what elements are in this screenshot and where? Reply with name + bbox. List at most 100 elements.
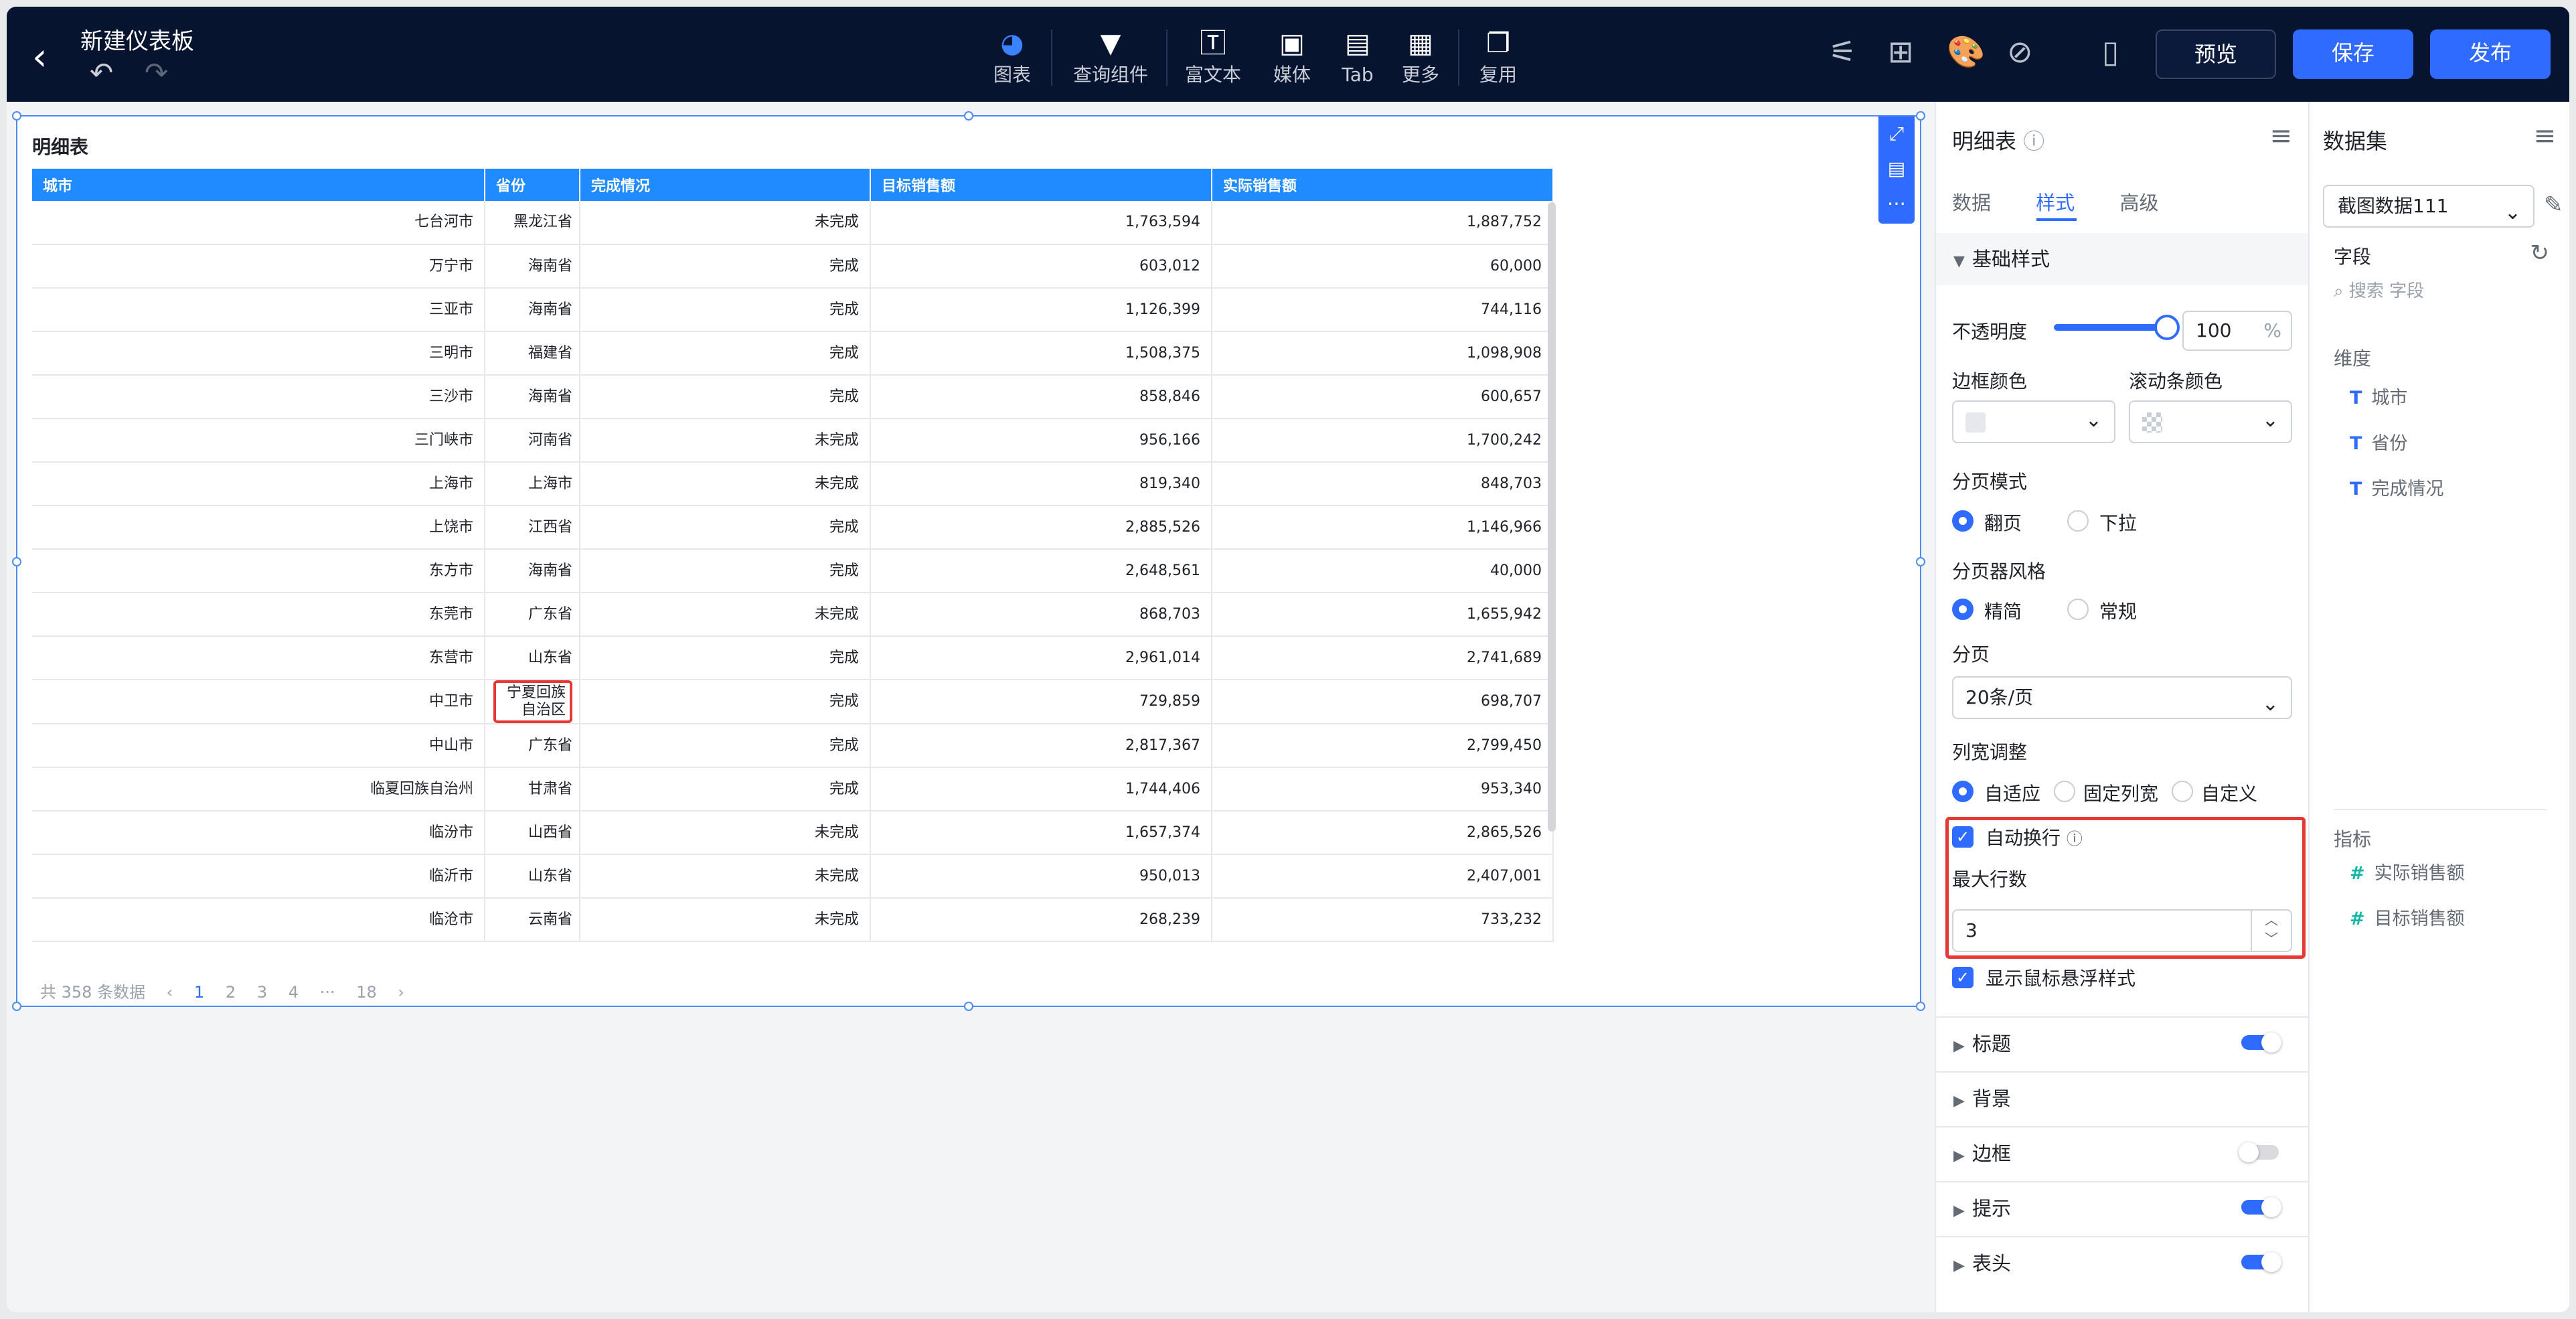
field-search-input[interactable]: ⌕ 搜索 字段 — [2334, 277, 2424, 302]
table-row[interactable]: 临汾市 山西省 未完成 1,657,374 2,865,526 — [32, 811, 1554, 855]
opacity-input[interactable]: 100% — [2182, 311, 2292, 351]
page-link[interactable]: 3 — [257, 983, 267, 1002]
resize-handle[interactable] — [964, 111, 973, 121]
table-row[interactable]: 东莞市 广东省 未完成 868,703 1,655,942 — [32, 593, 1554, 637]
toolbar-chart[interactable]: ◕ 图表 — [985, 24, 1039, 91]
page-link[interactable]: 1 — [194, 983, 204, 1002]
tooltip-toggle[interactable] — [2241, 1197, 2281, 1217]
tab-data[interactable]: 数据 — [1952, 187, 1991, 216]
back-arrow-icon[interactable]: ‹ — [32, 39, 47, 76]
edit-icon[interactable]: ✎ — [2544, 191, 2563, 218]
radio-paging-scroll[interactable] — [2067, 510, 2089, 532]
border-color-picker[interactable]: ⌄ — [1952, 400, 2115, 443]
header-toggle[interactable] — [2241, 1252, 2281, 1272]
column-header[interactable]: 城市 — [32, 169, 485, 201]
section-basic-style[interactable]: ▼ 基础样式 — [1936, 233, 2308, 285]
table-row[interactable]: 临沂市 山东省 未完成 950,013 2,407,001 — [32, 854, 1554, 899]
resize-handle[interactable] — [12, 1002, 21, 1011]
section-background[interactable]: ▶ 背景 — [1936, 1071, 2308, 1123]
table-scrollbar[interactable] — [1548, 202, 1556, 832]
max-rows-input[interactable]: 3 ︿ ﹀ — [1952, 909, 2292, 952]
resize-handle[interactable] — [1916, 557, 1925, 566]
border-toggle[interactable] — [2239, 1142, 2279, 1162]
table-row[interactable]: 中山市 广东省 完成 2,817,367 2,799,450 — [32, 724, 1554, 768]
dashboard-title[interactable]: 新建仪表板 — [80, 23, 194, 56]
radio-width-auto[interactable] — [1952, 781, 1974, 802]
page-size-select[interactable]: 20条/页 ⌄ — [1952, 676, 2292, 719]
refresh-icon[interactable]: ↻ — [2530, 240, 2550, 266]
dimension-field[interactable]: T 完成情况 — [2350, 474, 2443, 500]
table-row[interactable]: 中卫市 宁夏回族自治区 完成 729,859 698,707 — [32, 680, 1554, 724]
resize-handle[interactable] — [964, 1002, 973, 1011]
hover-style-checkbox[interactable]: ✓ — [1952, 967, 1974, 988]
opacity-slider[interactable] — [2054, 324, 2165, 331]
stepper-arrows[interactable]: ︿ ﹀ — [2251, 911, 2291, 951]
toolbar-more[interactable]: ▦ 更多 — [1394, 24, 1447, 91]
mobile-device-icon[interactable]: ▯ — [2102, 36, 2119, 67]
menu-icon[interactable]: ≡ — [2533, 121, 2556, 151]
tab-advanced[interactable]: 高级 — [2119, 187, 2158, 216]
column-header[interactable]: 实际销售额 — [1212, 169, 1554, 201]
opacity-slider-handle[interactable] — [2154, 315, 2180, 340]
radio-width-custom[interactable] — [2172, 781, 2193, 802]
scrollbar-color-picker[interactable]: ⌄ — [2129, 400, 2292, 443]
notes-icon[interactable]: ▤ — [1878, 151, 1915, 186]
dimension-field[interactable]: T 省份 — [2350, 429, 2407, 455]
menu-icon[interactable]: ≡ — [2269, 121, 2292, 151]
publish-button[interactable]: 发布 — [2430, 29, 2551, 79]
page-ellipsis[interactable]: ··· — [320, 983, 335, 1002]
undo-icon[interactable]: ↶ — [90, 59, 113, 87]
title-toggle[interactable] — [2241, 1032, 2281, 1053]
info-icon[interactable]: ⓘ — [2067, 830, 2083, 848]
more-icon[interactable]: ⋯ — [1878, 186, 1915, 221]
tab-style[interactable]: 样式 — [2036, 187, 2075, 216]
next-page-icon[interactable]: › — [398, 983, 404, 1002]
table-row[interactable]: 临夏回族自治州 甘肃省 完成 1,744,406 953,340 — [32, 767, 1554, 811]
column-header[interactable]: 完成情况 — [580, 169, 871, 201]
info-icon[interactable]: ⓘ — [2023, 129, 2044, 154]
resize-handle[interactable] — [12, 111, 21, 121]
radio-paging-flip[interactable] — [1952, 510, 1974, 532]
resize-handle[interactable] — [1916, 1002, 1925, 1011]
table-row[interactable]: 三门峡市 河南省 未完成 956,166 1,700,242 — [32, 418, 1554, 463]
table-row[interactable]: 万宁市 海南省 完成 603,012 60,000 — [32, 244, 1554, 289]
table-row[interactable]: 三沙市 海南省 完成 858,846 600,657 — [32, 375, 1554, 419]
save-button[interactable]: 保存 — [2293, 29, 2413, 79]
page-link[interactable]: 4 — [289, 983, 299, 1002]
toolbar-query[interactable]: ▼ 查询组件 — [1067, 24, 1154, 91]
toolbar-reuse[interactable]: ❐ 复用 — [1471, 24, 1525, 91]
table-row[interactable]: 三亚市 海南省 完成 1,126,399 744,116 — [32, 288, 1554, 332]
redo-icon[interactable]: ↷ — [145, 59, 168, 87]
radio-width-fixed[interactable] — [2054, 781, 2075, 802]
toolbar-media[interactable]: ▣ 媒体 — [1265, 24, 1319, 91]
page-link[interactable]: 2 — [226, 983, 236, 1002]
dataset-select[interactable]: 截图数据111 ⌄ — [2323, 185, 2534, 228]
table-row[interactable]: 上饶市 江西省 完成 2,885,526 1,146,966 — [32, 506, 1554, 550]
settings-sliders-icon[interactable]: ⚟ — [1829, 36, 1856, 67]
detail-table-widget[interactable]: 明细表 ⤢ ▤ ⋯ 城市 省份 完成情况 目标销售额 实际销售额 七台河市 黑龙… — [12, 111, 1925, 1011]
column-header[interactable]: 目标销售额 — [870, 169, 1212, 201]
resize-handle[interactable] — [12, 557, 21, 566]
preview-button[interactable]: 预览 — [2156, 29, 2276, 79]
radio-pager-simple[interactable] — [1952, 599, 1974, 620]
table-row[interactable]: 东营市 山东省 完成 2,961,014 2,741,689 — [32, 636, 1554, 680]
radio-pager-normal[interactable] — [2067, 599, 2089, 620]
page-link[interactable]: 18 — [356, 983, 377, 1002]
hide-eye-icon[interactable]: ⊘ — [2007, 36, 2033, 67]
layout-icon[interactable]: ⊞ — [1888, 36, 1914, 67]
table-row[interactable]: 上海市 上海市 未完成 819,340 848,703 — [32, 462, 1554, 506]
auto-wrap-checkbox[interactable]: ✓ — [1952, 826, 1974, 848]
theme-palette-icon[interactable]: 🎨 — [1947, 36, 1985, 67]
table-row[interactable]: 临沧市 云南省 未完成 268,239 733,232 — [32, 898, 1554, 942]
prev-page-icon[interactable]: ‹ — [167, 983, 173, 1002]
table-row[interactable]: 东方市 海南省 完成 2,648,561 40,000 — [32, 549, 1554, 593]
dimension-field[interactable]: T 城市 — [2350, 383, 2407, 409]
table-row[interactable]: 三明市 福建省 完成 1,508,375 1,098,908 — [32, 331, 1554, 376]
expand-icon[interactable]: ⤢ — [1878, 117, 1915, 151]
toolbar-tab[interactable]: ▤ Tab — [1331, 24, 1384, 91]
toolbar-richtext[interactable]: 🅃 富文本 — [1180, 24, 1246, 91]
table-row[interactable]: 七台河市 黑龙江省 未完成 1,763,594 1,887,752 — [32, 201, 1554, 245]
measure-field[interactable]: # 目标销售额 — [2350, 904, 2465, 930]
resize-handle[interactable] — [1916, 111, 1925, 121]
measure-field[interactable]: # 实际销售额 — [2350, 858, 2465, 884]
